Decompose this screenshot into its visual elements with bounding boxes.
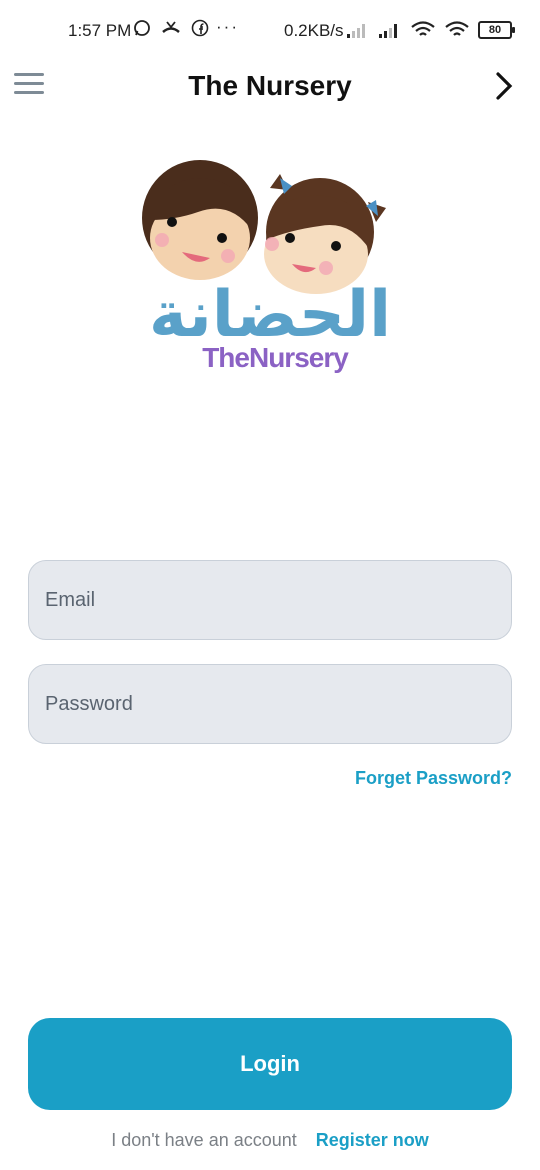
battery-icon: 80 <box>478 21 515 39</box>
wifi-icon <box>445 21 469 36</box>
app-header: The Nursery <box>0 62 540 112</box>
no-account-text: I don't have an account <box>111 1130 297 1150</box>
status-bar: 1:57 PM ··· 0.2KB/s 80 <box>0 0 540 62</box>
facebook-icon <box>191 19 209 37</box>
system-icons: 80 <box>346 21 515 39</box>
password-field[interactable] <box>28 664 512 744</box>
register-link[interactable]: Register now <box>316 1130 429 1150</box>
status-time: 1:57 PM <box>68 21 132 40</box>
email-field[interactable] <box>28 560 512 640</box>
more-notifications: ··· <box>216 17 239 36</box>
page-title: The Nursery <box>188 70 352 101</box>
missed-call-icon <box>162 21 180 33</box>
logo-english-text: TheNursery <box>202 342 349 373</box>
chevron-right-icon[interactable] <box>492 70 516 102</box>
register-row: I don't have an account Register now <box>0 1130 540 1151</box>
signal-icon <box>347 24 365 38</box>
login-button[interactable]: Login <box>28 1018 512 1110</box>
notification-icons <box>133 19 209 37</box>
whatsapp-icon <box>134 20 150 36</box>
logo-arabic-text: الحضانة <box>149 278 391 352</box>
wifi-icon <box>411 21 435 36</box>
network-speed: 0.2KB/s <box>284 21 344 40</box>
forgot-password-link[interactable]: Forget Password? <box>355 768 512 789</box>
signal-icon <box>379 24 397 38</box>
